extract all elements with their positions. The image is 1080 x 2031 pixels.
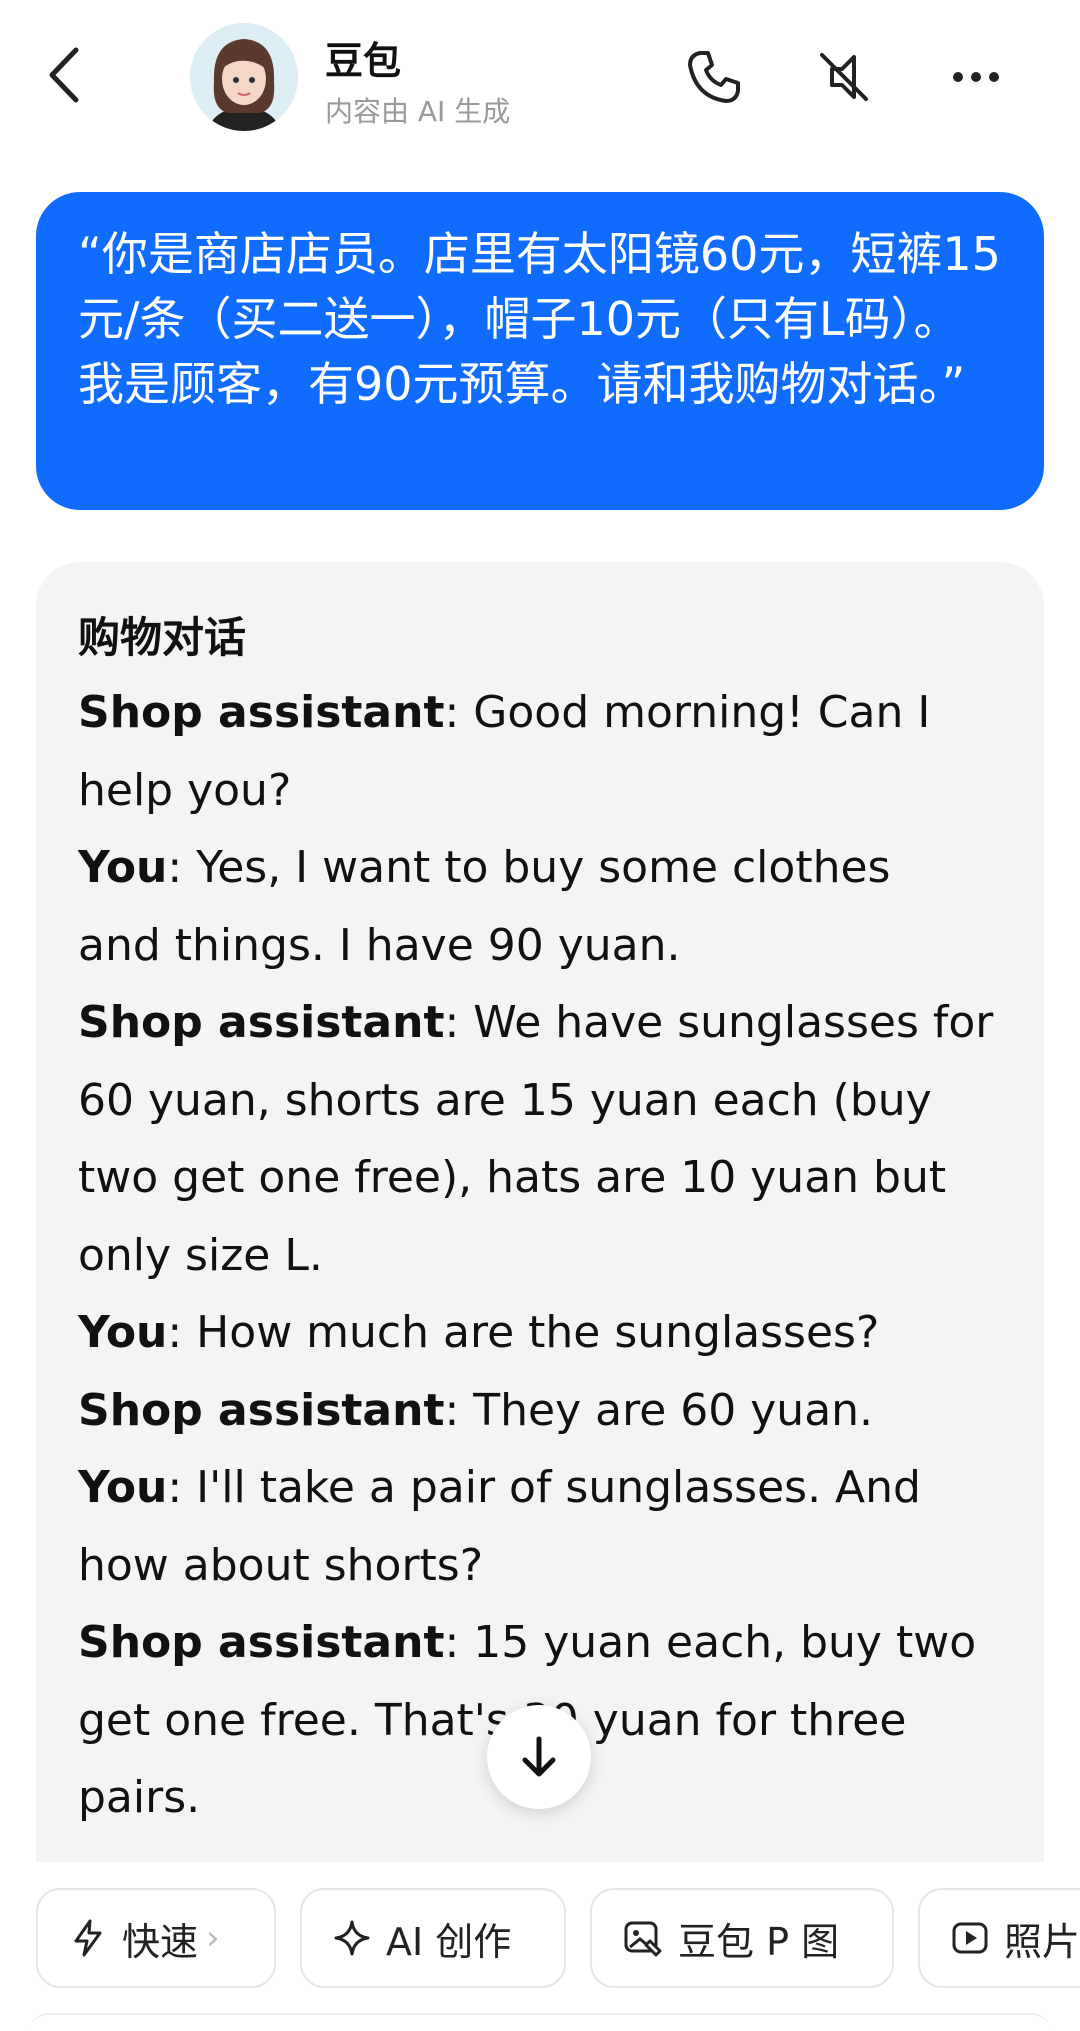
chip-fast[interactable]: 快速 › bbox=[36, 1888, 276, 1988]
chip-doubao-p-image[interactable]: 豆包 P 图 bbox=[590, 1888, 894, 1988]
dialogue-text: and things. I have 90 yuan. bbox=[78, 919, 681, 971]
dialogue-line: Shop assistant: Good morning! Can I bbox=[78, 674, 1000, 752]
speaker-name: Shop assistant bbox=[78, 997, 445, 1048]
dialogue-text: : How much are the sunglasses? bbox=[167, 1307, 880, 1358]
phone-icon[interactable] bbox=[682, 45, 746, 109]
lightning-icon bbox=[74, 1919, 102, 1957]
dialogue-line: Shop assistant: 15 yuan each, buy two bbox=[78, 1604, 1000, 1682]
dialogue-text: help you? bbox=[78, 764, 292, 816]
speaker-name: Shop assistant bbox=[78, 1384, 445, 1436]
dialogue-text: 60 yuan, shorts are 15 yuan each (buy bbox=[78, 1074, 932, 1126]
dialogue-line: help you? bbox=[78, 752, 1000, 830]
dialogue-text: : They are 60 yuan. bbox=[444, 1384, 874, 1436]
dialogue-text: two get one free), hats are 10 yuan but bbox=[78, 1152, 947, 1203]
speaker-name: You bbox=[78, 842, 168, 893]
chip-label: 豆包 P 图 bbox=[678, 1919, 840, 1964]
dialogue-text: : 15 yuan each, buy two bbox=[444, 1617, 977, 1668]
quick-action-bar: 快速 › AI 创作 豆包 P 图 照片 bbox=[0, 1882, 1080, 1992]
ai-message-bubble: 购物对话 Shop assistant: Good morning! Can I… bbox=[36, 562, 1044, 1862]
dialogue-text: only size L. bbox=[78, 1229, 323, 1281]
ai-message-heading: 购物对话 bbox=[78, 613, 247, 662]
dialogue-text: how about shorts? bbox=[78, 1539, 484, 1591]
chip-photo[interactable]: 照片 bbox=[918, 1888, 1080, 1988]
speaker-name: Shop assistant bbox=[78, 1617, 445, 1668]
user-message-text: “你是商店店员。店里有太阳镜60元，短裤15元/条（买二送一），帽子10元（只有… bbox=[78, 227, 1001, 411]
dialogue-line: You: Yes, I want to buy some clothes bbox=[78, 829, 1000, 907]
speaker-name: You bbox=[78, 1462, 168, 1513]
dialogue-line: You: How much are the sunglasses? bbox=[78, 1294, 1000, 1372]
dialogue-line: two get one free), hats are 10 yuan but bbox=[78, 1139, 1000, 1217]
dialogue-line: Shop assistant: They are 60 yuan. bbox=[78, 1372, 1000, 1450]
scroll-to-bottom-button[interactable] bbox=[487, 1705, 591, 1809]
dialogue-lines: Shop assistant: Good morning! Can Ihelp … bbox=[78, 674, 1000, 1837]
dialogue-line: 60 yuan, shorts are 15 yuan each (buy bbox=[78, 1062, 1000, 1140]
input-area-edge bbox=[30, 2013, 1050, 2031]
dialogue-line: and things. I have 90 yuan. bbox=[78, 907, 1000, 985]
dialogue-line: only size L. bbox=[78, 1217, 1000, 1295]
dialogue-line: how about shorts? bbox=[78, 1527, 1000, 1605]
chevron-right-icon: › bbox=[206, 1918, 220, 1958]
chip-label: AI 创作 bbox=[386, 1919, 512, 1964]
chip-label: 快速 bbox=[122, 1919, 199, 1964]
more-icon[interactable] bbox=[944, 45, 1008, 109]
dialogue-line: You: I'll take a pair of sunglasses. And bbox=[78, 1449, 1000, 1527]
play-icon bbox=[952, 1922, 988, 1954]
arrow-down-icon bbox=[522, 1736, 556, 1777]
ai-generated-notice: 内容由 AI 生成 bbox=[325, 95, 511, 128]
dialogue-text: : Good morning! Can I bbox=[444, 687, 931, 738]
chat-header: 豆包 内容由 AI 生成 bbox=[0, 0, 1080, 160]
dialogue-text: pairs. bbox=[78, 1772, 201, 1823]
chip-label: 照片 bbox=[1004, 1919, 1080, 1964]
user-message-bubble: “你是商店店员。店里有太阳镜60元，短裤15元/条（买二送一），帽子10元（只有… bbox=[36, 192, 1044, 510]
chat-title: 豆包 bbox=[325, 39, 402, 83]
back-arrow-icon[interactable] bbox=[40, 40, 90, 110]
dialogue-line: Shop assistant: We have sunglasses for bbox=[78, 984, 1000, 1062]
dialogue-text: : We have sunglasses for bbox=[444, 997, 994, 1048]
sparkle-icon bbox=[334, 1920, 370, 1956]
speaker-name: Shop assistant bbox=[78, 687, 445, 738]
dialogue-text: : Yes, I want to buy some clothes bbox=[167, 842, 891, 893]
speaker-mute-icon[interactable] bbox=[812, 45, 876, 109]
dialogue-text: : I'll take a pair of sunglasses. And bbox=[167, 1462, 921, 1513]
speaker-name: You bbox=[78, 1307, 168, 1358]
image-edit-icon bbox=[624, 1921, 662, 1957]
avatar[interactable] bbox=[190, 23, 298, 131]
chip-ai-create[interactable]: AI 创作 bbox=[300, 1888, 566, 1988]
